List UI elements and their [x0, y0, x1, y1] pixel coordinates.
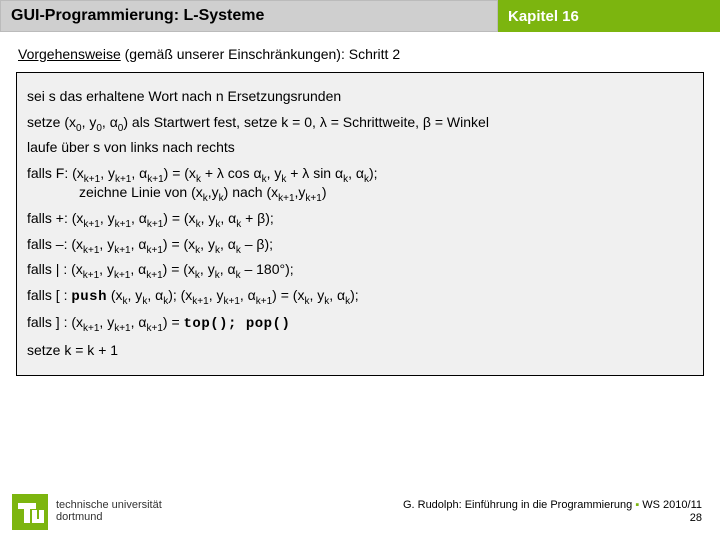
- university-logo: technische universität dortmund: [12, 494, 162, 530]
- slide-chapter: Kapitel 16: [498, 0, 720, 32]
- slide-header: GUI-Programmierung: L-Systeme Kapitel 16: [0, 0, 720, 32]
- algo-line-9: falls ] : (xk+1, yk+1, αk+1) = top(); po…: [27, 313, 693, 335]
- footer-semester: WS 2010/11: [639, 499, 702, 511]
- algo-line-8: falls [ : push (xk, yk, αk); (xk+1, yk+1…: [27, 286, 693, 308]
- subtitle-underlined: Vorgehensweise: [18, 46, 121, 62]
- algo-line-4b: zeichne Linie von (xk,yk) nach (xk+1,yk+…: [27, 183, 693, 203]
- algo-line-10: setze k = k + 1: [27, 341, 693, 361]
- algo-line-4: falls F: (xk+1, yk+1, αk+1) = (xk + λ co…: [27, 164, 693, 203]
- subtitle-text: (gemäß unserer Einschränkungen): Schritt…: [121, 46, 400, 62]
- push-keyword: push: [71, 289, 107, 305]
- algo-line-5: falls +: (xk+1, yk+1, αk+1) = (xk, yk, α…: [27, 209, 693, 229]
- algo-line-2: setze (x0, y0, α0) als Startwert fest, s…: [27, 113, 693, 133]
- footer-author-line: G. Rudolph: Einführung in die Programmie…: [403, 499, 635, 511]
- algo-line-6: falls –: (xk+1, yk+1, αk+1) = (xk, yk, α…: [27, 235, 693, 255]
- top-keyword: top();: [184, 316, 237, 332]
- algo-line-1: sei s das erhaltene Wort nach n Ersetzun…: [27, 87, 693, 107]
- algo-line-3: laufe über s von links nach rechts: [27, 138, 693, 158]
- university-name: technische universität dortmund: [56, 500, 162, 523]
- page-number: 28: [403, 512, 702, 526]
- algorithm-box: sei s das erhaltene Wort nach n Ersetzun…: [16, 72, 704, 376]
- pop-keyword: pop(): [237, 316, 290, 332]
- algo-line-7: falls | : (xk+1, yk+1, αk+1) = (xk, yk, …: [27, 260, 693, 280]
- section-subtitle: Vorgehensweise (gemäß unserer Einschränk…: [18, 46, 720, 62]
- slide-title: GUI-Programmierung: L-Systeme: [0, 0, 498, 32]
- slide-footer: G. Rudolph: Einführung in die Programmie…: [403, 499, 702, 527]
- tu-logo-icon: [12, 494, 48, 530]
